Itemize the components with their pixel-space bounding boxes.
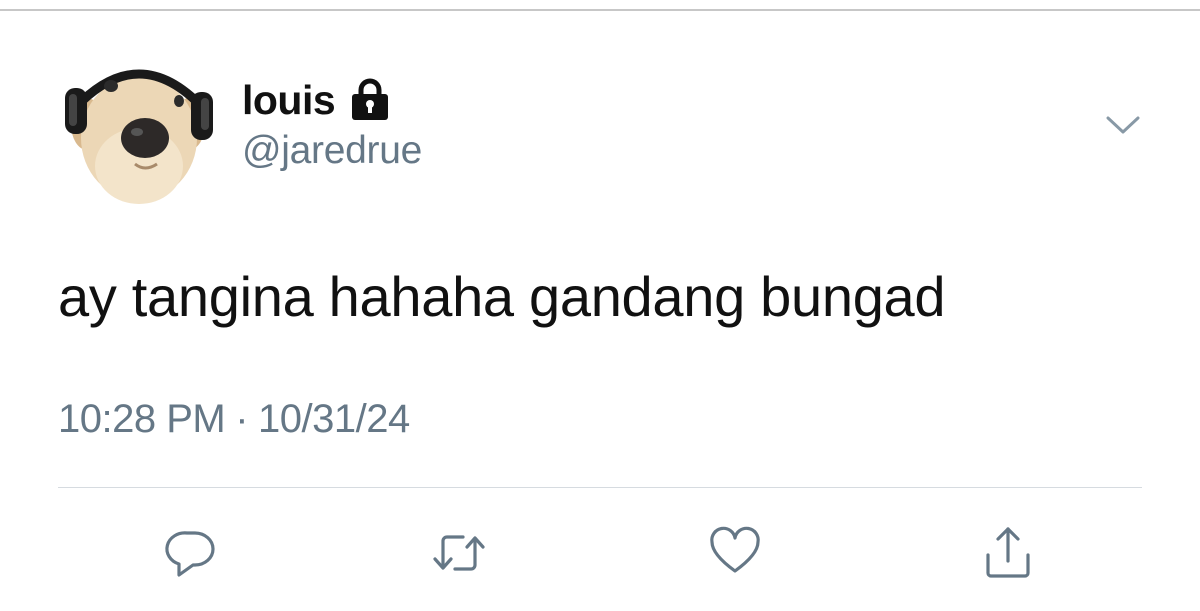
author-name-row: louis <box>242 72 391 128</box>
reply-button[interactable] <box>160 522 222 584</box>
tweet-time: 10:28 PM <box>58 397 226 441</box>
actions-divider <box>58 487 1142 488</box>
tweet-timestamp[interactable]: 10:28 PM · 10/31/24 <box>58 397 410 442</box>
chevron-down-icon[interactable] <box>1104 110 1142 140</box>
avatar[interactable] <box>65 46 213 206</box>
reply-icon <box>165 531 215 577</box>
lock-icon <box>349 77 391 123</box>
retweet-button[interactable] <box>428 522 490 584</box>
like-button[interactable] <box>704 522 766 584</box>
heart-icon <box>710 526 760 573</box>
user-handle[interactable]: @jaredrue <box>242 129 422 173</box>
timestamp-separator: · <box>235 397 249 441</box>
puppy-avatar-image <box>65 69 213 204</box>
display-name[interactable]: louis <box>242 77 336 124</box>
retweet-icon <box>433 535 485 571</box>
tweet-date: 10/31/24 <box>258 397 410 441</box>
tweet-text: ay tangina hahaha gandang bungad <box>58 265 946 328</box>
share-button[interactable] <box>977 522 1039 584</box>
share-icon <box>986 527 1030 578</box>
top-divider <box>0 9 1200 11</box>
